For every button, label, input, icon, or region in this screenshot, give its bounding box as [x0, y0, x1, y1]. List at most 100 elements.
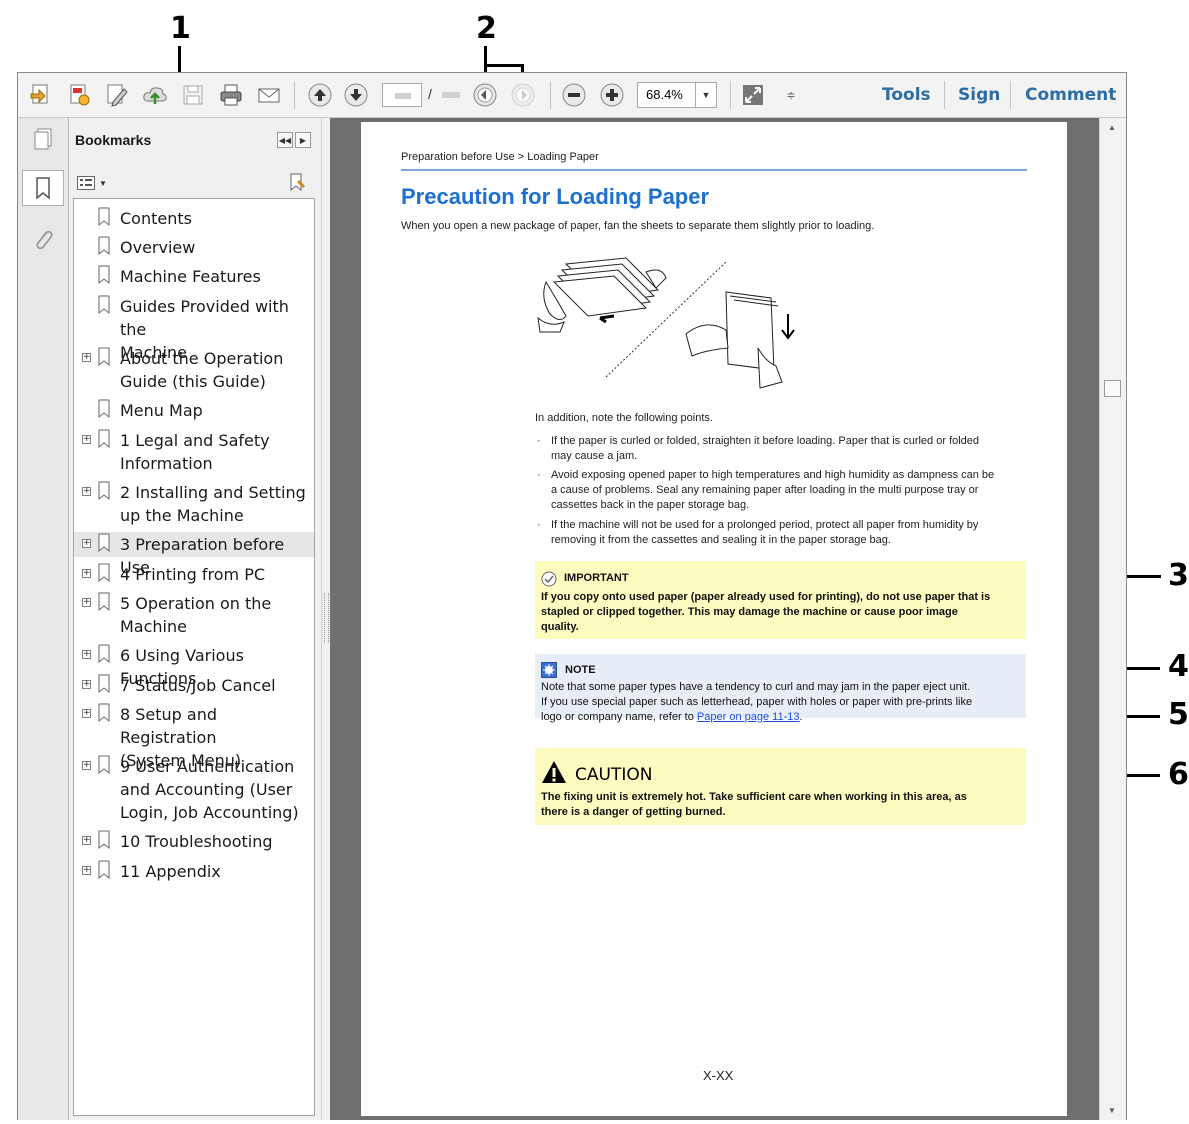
bookmark-icon [96, 674, 112, 694]
expand-icon[interactable]: + [82, 761, 91, 770]
bookmark-item[interactable]: Machine Features [74, 265, 314, 288]
expand-panel-icon[interactable]: ▶ [295, 132, 311, 148]
bookmark-item[interactable]: Guides Provided with the Machine [74, 295, 314, 362]
expand-icon[interactable]: + [82, 680, 91, 689]
collapse-panel-icon[interactable]: ◀◀ [277, 132, 293, 148]
scroll-thumb[interactable] [1104, 380, 1121, 397]
bookmark-icon [96, 563, 112, 583]
expand-icon[interactable]: + [82, 598, 91, 607]
tools-button[interactable]: Tools [882, 85, 931, 105]
note-trailing: . [799, 711, 803, 723]
bookmark-item[interactable]: + 10 Troubleshooting [74, 830, 314, 853]
zoom-out-icon[interactable] [561, 82, 587, 108]
email-icon[interactable] [256, 82, 282, 108]
export-icon[interactable] [66, 82, 92, 108]
expand-icon[interactable]: + [82, 539, 91, 548]
next-view-icon[interactable] [510, 82, 536, 108]
note-heading: NOTE [565, 664, 596, 676]
bookmark-item[interactable]: + 7 Status/Job Cancel [74, 674, 314, 697]
bullet-text: If the machine will not be used for a pr… [551, 519, 979, 546]
bookmark-item[interactable]: + 6 Using Various Functions [74, 644, 314, 688]
expand-icon[interactable]: + [82, 353, 91, 362]
bookmark-icon [96, 265, 112, 285]
bookmark-icon [96, 533, 112, 553]
points-intro-text: In addition, note the following points. [535, 412, 713, 424]
fit-page-icon[interactable] [740, 82, 766, 108]
callout-6: 6 [1168, 757, 1189, 792]
bookmark-label: 5 Operation on the Machine [120, 594, 272, 636]
important-heading: IMPORTANT [564, 572, 629, 584]
page-down-icon[interactable] [343, 82, 369, 108]
bookmark-item[interactable]: + 2 Installing and Setting up the Machin… [74, 481, 314, 527]
page-footer: X-XX [703, 1068, 734, 1083]
expand-icon[interactable]: + [82, 709, 91, 718]
bookmark-item[interactable]: + 11 Appendix [74, 860, 314, 883]
save-icon[interactable] [180, 82, 206, 108]
page-up-icon[interactable] [307, 82, 333, 108]
bookmark-item[interactable]: + 1 Legal and Safety Information [74, 429, 314, 475]
toolbar-separator [1010, 81, 1011, 109]
bookmark-icon [96, 236, 112, 256]
caution-box: CAUTION The fixing unit is extremely hot… [535, 748, 1026, 825]
bookmarks-icon[interactable] [22, 170, 64, 206]
expand-icon[interactable]: + [82, 650, 91, 659]
zoom-in-icon[interactable] [599, 82, 625, 108]
page-thumbnails-icon[interactable] [26, 122, 60, 156]
document-view[interactable]: Preparation before Use > Loading Paper P… [330, 118, 1099, 1120]
bookmark-item[interactable]: + 4 Printing from PC [74, 563, 314, 586]
bookmark-label: Machine Features [120, 267, 261, 286]
bookmark-options-icon[interactable]: ▼ [77, 174, 107, 192]
note-body: Note that some paper types have a tenden… [541, 680, 1021, 725]
callout-5: 5 [1168, 697, 1189, 732]
bookmark-item[interactable]: Contents [74, 207, 314, 230]
expand-icon[interactable]: + [82, 487, 91, 496]
bullet-marker: · [537, 519, 541, 531]
bookmark-label: 10 Troubleshooting [120, 832, 273, 851]
bookmark-search-icon[interactable] [287, 172, 307, 197]
bullet-item: · If the machine will not be used for a … [535, 518, 1025, 550]
page-title: Precaution for Loading Paper [401, 184, 710, 209]
bookmark-icon [96, 830, 112, 850]
expand-icon[interactable]: + [82, 836, 91, 845]
toolbar-menu-icon[interactable]: ≑ [778, 82, 804, 108]
print-icon[interactable] [218, 82, 244, 108]
edit-icon[interactable] [104, 82, 130, 108]
zoom-select[interactable]: 68.4% ▼ [637, 82, 717, 108]
bookmark-item[interactable]: + 5 Operation on the Machine [74, 592, 314, 638]
warning-icon [542, 761, 566, 783]
expand-icon[interactable]: + [82, 569, 91, 578]
previous-view-icon[interactable] [472, 82, 498, 108]
create-pdf-icon[interactable] [28, 82, 54, 108]
bullet-text: Avoid exposing opened paper to high temp… [551, 469, 995, 511]
bullet-marker: · [537, 469, 541, 481]
bookmark-label: 7 Status/Job Cancel [120, 676, 276, 695]
expand-icon[interactable]: + [82, 435, 91, 444]
bullet-marker: · [537, 435, 541, 447]
important-box: IMPORTANT If you copy onto used paper (p… [535, 561, 1026, 639]
bookmark-item[interactable]: + 8 Setup and Registration (System Menu) [74, 703, 314, 770]
attachments-icon[interactable] [26, 222, 60, 256]
bookmark-icon [96, 592, 112, 612]
upload-icon[interactable] [142, 82, 168, 108]
sign-button[interactable]: Sign [958, 85, 1000, 105]
expand-icon[interactable]: + [82, 866, 91, 875]
page-separator: / [428, 86, 432, 102]
page-number-input[interactable] [382, 83, 422, 107]
zoom-value: 68.4% [646, 87, 683, 102]
scroll-down-icon[interactable]: ▼ [1108, 1106, 1116, 1115]
bookmark-item-selected[interactable]: + 3 Preparation before Use [74, 532, 314, 577]
callout-2: 2 [476, 11, 497, 46]
bookmark-item[interactable]: Menu Map [74, 399, 314, 422]
bookmark-item[interactable]: Overview [74, 236, 314, 259]
panel-splitter[interactable] [321, 118, 330, 1120]
chevron-down-icon[interactable]: ▼ [695, 83, 716, 107]
splitter-grip[interactable] [324, 593, 329, 643]
scroll-up-icon[interactable]: ▲ [1108, 123, 1116, 132]
vertical-scrollbar[interactable]: ▲ ▼ [1099, 118, 1126, 1120]
bullet-item: · Avoid exposing opened paper to high te… [535, 468, 1025, 514]
note-link[interactable]: Paper on page 11-13 [697, 711, 800, 723]
bookmark-item[interactable]: + About the Operation Guide (this Guide) [74, 347, 314, 393]
note-icon [541, 662, 557, 678]
bookmark-item[interactable]: + 9 User Authentication and Accounting (… [74, 755, 314, 824]
comment-button[interactable]: Comment [1025, 85, 1116, 105]
